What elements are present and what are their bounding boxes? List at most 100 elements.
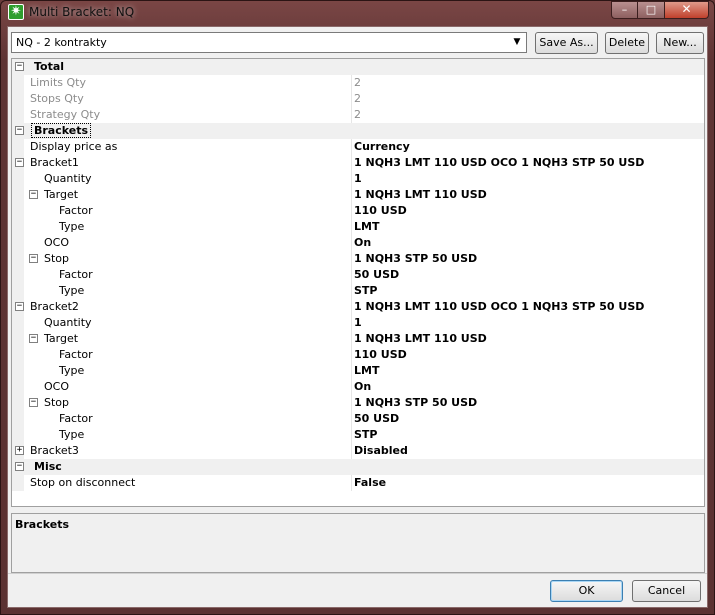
property-value[interactable]: False	[354, 476, 386, 489]
grid-property-row[interactable]: − Bracket2 1 NQH3 LMT 110 USD OCO 1 NQH3 S…	[12, 299, 704, 315]
preset-dropdown[interactable]: NQ - 2 kontrakty ▼	[11, 32, 527, 53]
grid-property-row[interactable]: − Target 1 NQH3 LMT 110 USD	[12, 187, 704, 203]
chevron-down-icon[interactable]: ▼	[510, 35, 524, 50]
grid-property-row[interactable]: Factor 110 USD	[12, 203, 704, 219]
collapse-icon[interactable]: −	[29, 398, 38, 407]
property-name: Stop	[44, 396, 70, 409]
cancel-button[interactable]: Cancel	[632, 580, 701, 602]
property-name: Misc	[34, 460, 62, 473]
property-name: Display price as	[30, 140, 118, 153]
grid-margin	[12, 235, 24, 251]
property-value[interactable]: On	[354, 380, 371, 393]
property-name: Bracket1	[30, 156, 79, 169]
property-value[interactable]: STP	[354, 428, 378, 441]
property-value[interactable]: 2	[354, 76, 361, 89]
property-name: Target	[44, 188, 79, 201]
collapse-icon[interactable]: −	[29, 334, 38, 343]
property-value[interactable]: 1 NQH3 LMT 110 USD OCO 1 NQH3 STP 50 USD	[354, 300, 644, 313]
property-value[interactable]: 1	[354, 316, 362, 329]
collapse-icon[interactable]: −	[15, 126, 24, 135]
grid-property-row[interactable]: − Bracket1 1 NQH3 LMT 110 USD OCO 1 NQH3 S…	[12, 155, 704, 171]
grid-margin	[12, 107, 24, 123]
dialog-client: NQ - 2 kontrakty ▼ Save As... Delete New…	[7, 26, 708, 608]
delete-button[interactable]: Delete	[605, 32, 649, 54]
property-value[interactable]: 50 USD	[354, 268, 399, 281]
grid-property-row[interactable]: − Stop 1 NQH3 STP 50 USD	[12, 251, 704, 267]
column-divider	[351, 187, 352, 203]
property-value[interactable]: 110 USD	[354, 348, 407, 361]
column-divider	[351, 235, 352, 251]
grid-property-row[interactable]: Factor 50 USD	[12, 411, 704, 427]
grid-margin	[12, 363, 24, 379]
close-icon[interactable]: ✕	[665, 1, 709, 19]
property-value[interactable]: 1 NQH3 LMT 110 USD OCO 1 NQH3 STP 50 USD	[354, 156, 644, 169]
grid-property-row[interactable]: Limits Qty 2	[12, 75, 704, 91]
collapse-icon[interactable]: −	[15, 62, 24, 71]
column-divider	[351, 139, 352, 155]
grid-property-row[interactable]: + Bracket3 Disabled	[12, 443, 704, 459]
column-divider	[351, 411, 352, 427]
grid-property-row[interactable]: Quantity 1	[12, 171, 704, 187]
property-value[interactable]: 110 USD	[354, 204, 407, 217]
grid-property-row[interactable]: Stop on disconnect False	[12, 475, 704, 491]
grid-property-row[interactable]: Factor 110 USD	[12, 347, 704, 363]
grid-property-row[interactable]: OCO On	[12, 235, 704, 251]
grid-margin	[12, 219, 24, 235]
property-value[interactable]: 50 USD	[354, 412, 399, 425]
property-value[interactable]: 1	[354, 172, 362, 185]
grid-property-row[interactable]: Stops Qty 2	[12, 91, 704, 107]
grid-property-row[interactable]: − Stop 1 NQH3 STP 50 USD	[12, 395, 704, 411]
minimize-icon[interactable]: –	[611, 1, 638, 19]
grid-property-row[interactable]: Strategy Qty 2	[12, 107, 704, 123]
column-divider	[351, 443, 352, 459]
maximize-icon[interactable]: □	[638, 1, 665, 19]
property-value[interactable]: 2	[354, 108, 361, 121]
grid-property-row[interactable]: Type LMT	[12, 219, 704, 235]
property-name: Quantity	[44, 172, 92, 185]
collapse-icon[interactable]: −	[15, 302, 24, 311]
grid-property-row[interactable]: − Target 1 NQH3 LMT 110 USD	[12, 331, 704, 347]
collapse-icon[interactable]: −	[29, 190, 38, 199]
expand-icon[interactable]: +	[15, 446, 24, 455]
grid-category-row[interactable]: − Total	[12, 59, 704, 75]
grid-category-row[interactable]: − Misc	[12, 459, 704, 475]
grid-property-row[interactable]: Type STP	[12, 283, 704, 299]
property-value[interactable]: 1 NQH3 STP 50 USD	[354, 396, 477, 409]
grid-margin	[12, 427, 24, 443]
grid-property-row[interactable]: Quantity 1	[12, 315, 704, 331]
description-title: Brackets	[15, 518, 70, 531]
grid-property-row[interactable]: Type LMT	[12, 363, 704, 379]
grid-margin	[12, 411, 24, 427]
collapse-icon[interactable]: −	[29, 254, 38, 263]
property-value[interactable]: LMT	[354, 220, 379, 233]
property-value[interactable]: Disabled	[354, 444, 408, 457]
property-grid[interactable]: − Total Limits Qty 2 Stops Qty 2 Strategy Qty 2…	[11, 58, 705, 507]
property-value[interactable]: 2	[354, 92, 361, 105]
collapse-icon[interactable]: −	[15, 462, 24, 471]
save-as-button[interactable]: Save As...	[535, 32, 598, 54]
title-bar[interactable]: ✷ Multi Bracket: NQ – □ ✕	[1, 1, 714, 25]
column-divider	[351, 331, 352, 347]
column-divider	[351, 347, 352, 363]
property-value[interactable]: On	[354, 236, 371, 249]
grid-margin	[12, 395, 24, 411]
grid-property-row[interactable]: Type STP	[12, 427, 704, 443]
preset-toolbar: NQ - 2 kontrakty ▼ Save As... Delete New…	[11, 32, 705, 54]
window-title: Multi Bracket: NQ	[29, 5, 135, 19]
property-value[interactable]: STP	[354, 284, 378, 297]
property-value[interactable]: 1 NQH3 LMT 110 USD	[354, 332, 487, 345]
grid-property-row[interactable]: Factor 50 USD	[12, 267, 704, 283]
property-value[interactable]: 1 NQH3 STP 50 USD	[354, 252, 477, 265]
property-value[interactable]: 1 NQH3 LMT 110 USD	[354, 188, 487, 201]
grid-property-row[interactable]: OCO On	[12, 379, 704, 395]
new-button[interactable]: New...	[656, 32, 704, 54]
grid-category-row[interactable]: − Brackets	[12, 123, 704, 139]
grid-property-row[interactable]: Display price as Currency	[12, 139, 704, 155]
column-divider	[351, 427, 352, 443]
collapse-icon[interactable]: −	[15, 158, 24, 167]
property-value[interactable]: LMT	[354, 364, 379, 377]
ok-button[interactable]: OK	[550, 580, 623, 602]
property-name: Factor	[59, 204, 93, 217]
property-name: Brackets	[31, 123, 92, 138]
property-value[interactable]: Currency	[354, 140, 410, 153]
